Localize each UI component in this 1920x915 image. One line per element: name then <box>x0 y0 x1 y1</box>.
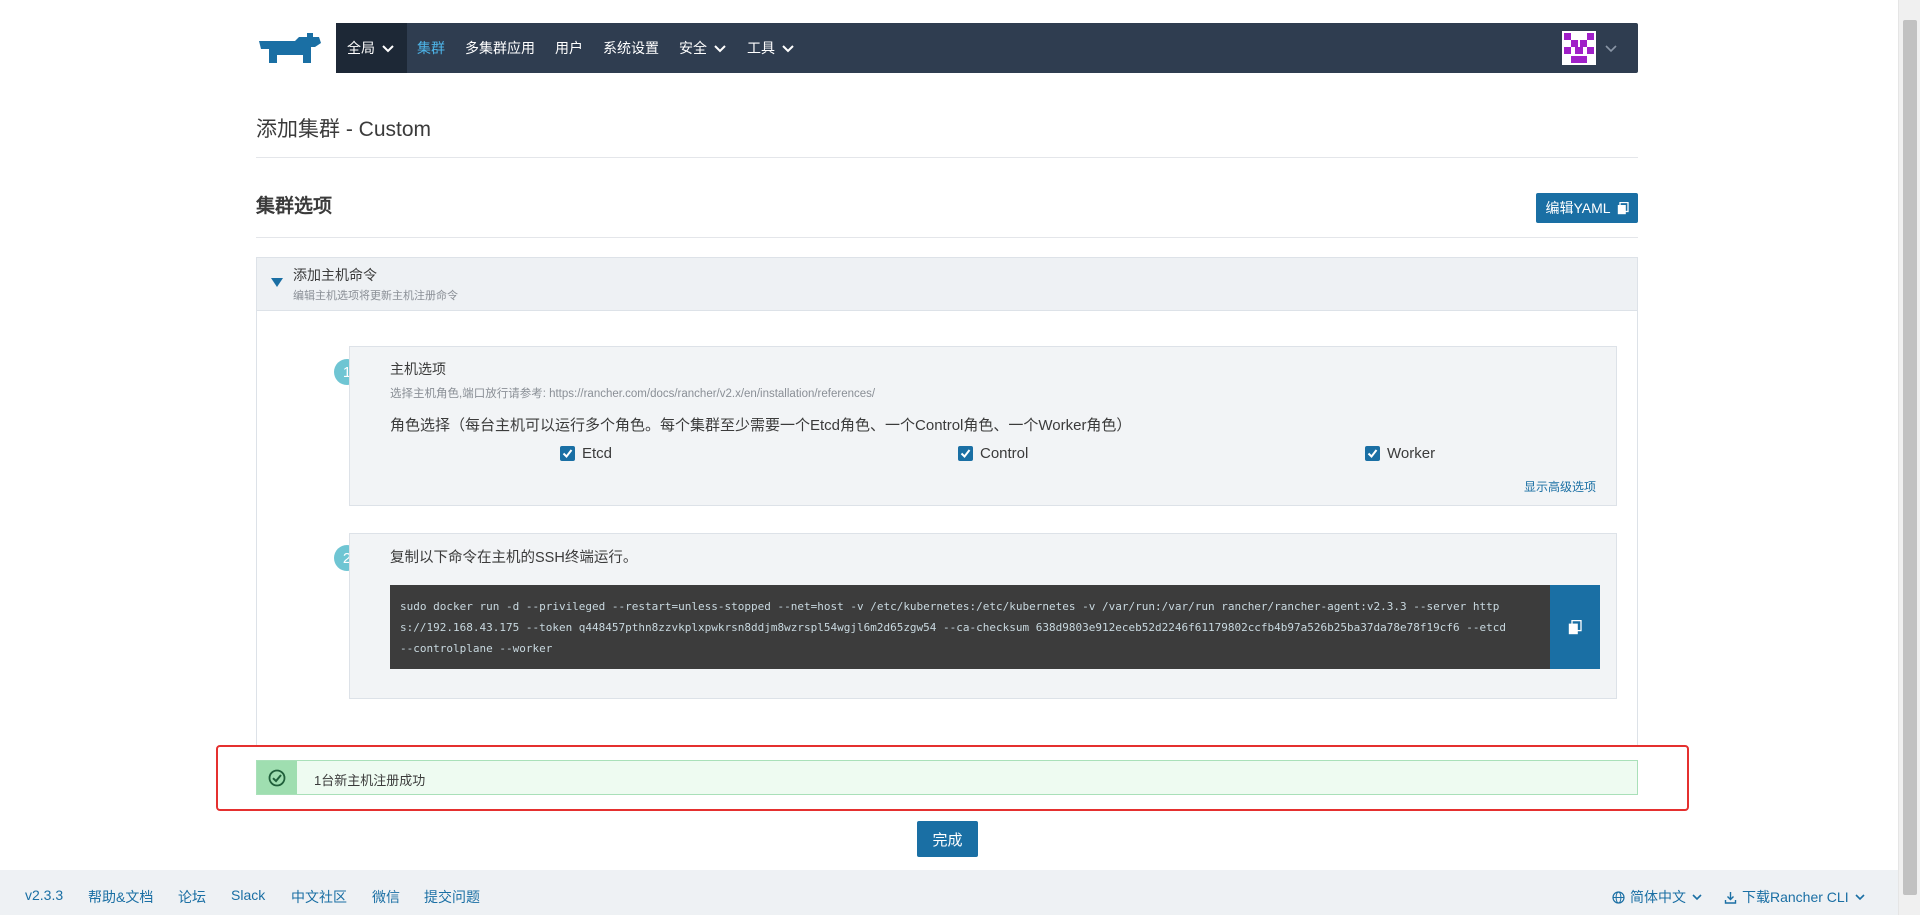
divider <box>256 157 1638 158</box>
nav-security-label: 安全 <box>679 40 707 56</box>
divider <box>256 237 1638 238</box>
footer: v2.3.3 帮助&文档 论坛 Slack 中文社区 微信 提交问题 简体中文 … <box>0 870 1898 915</box>
footer-community-link[interactable]: 中文社区 <box>291 887 347 907</box>
nav-multi-cluster-apps-label: 多集群应用 <box>465 40 535 56</box>
section-title: 集群选项 <box>256 196 333 217</box>
edit-yaml-label: 编辑YAML <box>1545 200 1611 216</box>
done-button[interactable]: 完成 <box>917 821 978 857</box>
checkbox-checked-icon <box>958 446 973 461</box>
copy-icon <box>1617 201 1629 214</box>
footer-wechat-link[interactable]: 微信 <box>372 887 400 907</box>
rancher-logo-icon[interactable] <box>255 29 325 69</box>
add-host-command-panel: 添加主机命令 编辑主机选项将更新主机注册命令 1 主机选项 选择主机角色,端口放… <box>256 257 1638 747</box>
chevron-down-icon <box>382 45 394 53</box>
chevron-down-icon <box>782 45 794 53</box>
command-code-block[interactable]: sudo docker run -d --privileged --restar… <box>390 585 1600 669</box>
success-banner: 1台新主机注册成功 <box>256 760 1638 795</box>
edit-yaml-button[interactable]: 编辑YAML <box>1536 193 1638 223</box>
success-message: 1台新主机注册成功 <box>314 773 426 788</box>
etcd-checkbox[interactable]: Etcd <box>560 445 612 462</box>
chevron-down-icon <box>714 45 726 53</box>
nav-clusters-label: 集群 <box>417 40 445 56</box>
host-options-title: 主机选项 <box>390 361 446 377</box>
nav-settings[interactable]: 系统设置 <box>593 23 669 73</box>
accordion-header[interactable]: 添加主机命令 编辑主机选项将更新主机注册命令 <box>257 258 1637 311</box>
show-advanced-options-link[interactable]: 显示高级选项 <box>1524 478 1596 495</box>
nav-global-dropdown[interactable]: 全局 <box>336 23 407 73</box>
etcd-label: Etcd <box>582 445 613 462</box>
download-cli-dropdown[interactable]: 下载Rancher CLI <box>1724 887 1866 907</box>
download-icon <box>1724 891 1737 904</box>
footer-help-link[interactable]: 帮助&文档 <box>88 887 153 907</box>
caret-down-icon <box>271 278 283 287</box>
chevron-down-icon <box>1855 894 1865 901</box>
role-selection-text: 角色选择（每台主机可以运行多个角色。每个集群至少需要一个Etcd角色、一个Con… <box>390 417 1132 434</box>
accordion-title: 添加主机命令 <box>293 267 377 283</box>
language-label: 简体中文 <box>1630 889 1686 905</box>
chevron-down-icon <box>1605 45 1617 53</box>
control-label: Control <box>980 445 1029 462</box>
user-menu[interactable] <box>1562 31 1618 65</box>
copy-command-button[interactable] <box>1550 585 1600 669</box>
footer-issue-link[interactable]: 提交问题 <box>424 887 480 907</box>
copy-icon <box>1568 619 1582 634</box>
worker-checkbox[interactable]: Worker <box>1365 445 1435 462</box>
chevron-down-icon <box>1692 894 1702 901</box>
accordion-subtitle: 编辑主机选项将更新主机注册命令 <box>293 290 458 302</box>
control-checkbox[interactable]: Control <box>958 445 1028 462</box>
footer-slack-link[interactable]: Slack <box>231 887 265 903</box>
nav-multi-cluster-apps[interactable]: 多集群应用 <box>455 23 545 73</box>
footer-forum-link[interactable]: 论坛 <box>178 887 206 907</box>
avatar <box>1562 31 1596 65</box>
nav-clusters[interactable]: 集群 <box>407 23 455 73</box>
footer-version-link[interactable]: v2.3.3 <box>25 887 63 903</box>
vertical-scrollbar[interactable] <box>1898 0 1920 915</box>
nav-users[interactable]: 用户 <box>545 23 593 73</box>
host-options-box: 主机选项 选择主机角色,端口放行请参考: https://rancher.com… <box>349 346 1617 506</box>
run-command-box: 复制以下命令在主机的SSH终端运行。 sudo docker run -d --… <box>349 533 1617 699</box>
nav-tools-dropdown[interactable]: 工具 <box>737 23 805 73</box>
nav-global-label: 全局 <box>347 40 375 56</box>
top-navigation: 全局 集群 多集群应用 用户 系统设置 安全 工具 <box>336 23 1638 73</box>
worker-label: Worker <box>1387 445 1436 462</box>
run-command-title: 复制以下命令在主机的SSH终端运行。 <box>390 550 638 566</box>
globe-icon <box>1612 890 1625 904</box>
scrollbar-thumb[interactable] <box>1903 20 1917 895</box>
nav-security-dropdown[interactable]: 安全 <box>669 23 737 73</box>
nav-tools-label: 工具 <box>747 40 775 56</box>
language-selector[interactable]: 简体中文 <box>1612 887 1703 907</box>
page-title: 添加集群 - Custom <box>256 118 432 141</box>
check-circle-icon <box>257 761 297 794</box>
host-options-subtitle: 选择主机角色,端口放行请参考: https://rancher.com/docs… <box>390 388 876 400</box>
download-cli-label: 下载Rancher CLI <box>1742 889 1849 905</box>
docker-command-text[interactable]: sudo docker run -d --privileged --restar… <box>400 596 1510 659</box>
checkbox-checked-icon <box>1365 446 1380 461</box>
nav-settings-label: 系统设置 <box>603 40 659 56</box>
nav-users-label: 用户 <box>555 40 583 56</box>
checkbox-checked-icon <box>560 446 575 461</box>
